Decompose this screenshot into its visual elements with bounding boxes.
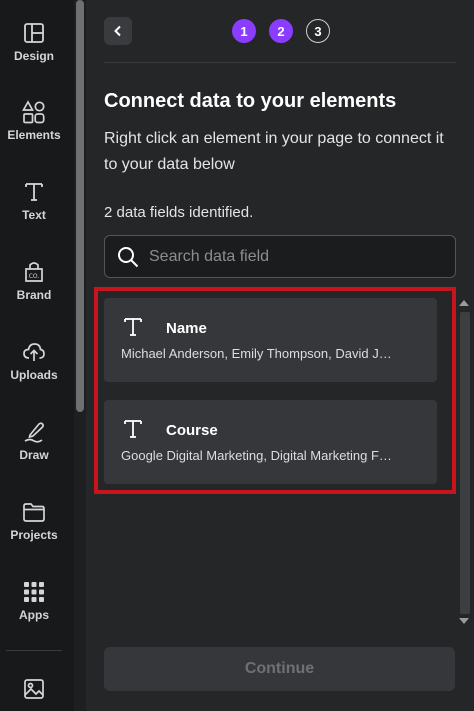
text-icon: [124, 420, 142, 438]
sidebar-item-label: Brand: [16, 288, 52, 302]
sidebar-item-label: Elements: [7, 128, 61, 142]
step-2[interactable]: 2: [269, 19, 293, 43]
sidebar-item-photos[interactable]: [0, 676, 68, 711]
folder-icon: [21, 499, 47, 525]
search-input[interactable]: [149, 247, 439, 266]
rail-scrollbar-thumb[interactable]: [76, 0, 84, 412]
scroll-down-arrow-icon[interactable]: [459, 618, 469, 624]
data-connect-panel: 1 2 3 Connect data to your elements Righ…: [86, 0, 474, 711]
fields-count-text: 2 data fields identified.: [104, 204, 254, 221]
layout-icon: [21, 20, 47, 46]
sidebar-item-text[interactable]: Text: [0, 179, 68, 249]
sidebar-item-apps[interactable]: Apps: [0, 579, 68, 649]
panel-title: Connect data to your elements: [104, 90, 397, 112]
shapes-icon: [21, 99, 47, 125]
draw-icon: [21, 419, 47, 445]
sidebar-item-draw[interactable]: Draw: [0, 419, 68, 489]
rail-scrollbar[interactable]: [74, 0, 86, 711]
sidebar-item-label: Text: [22, 208, 46, 222]
panel-scrollbar-track[interactable]: [460, 312, 470, 614]
chevron-left-icon: [114, 25, 121, 37]
sidebar-item-elements[interactable]: Elements: [0, 99, 68, 169]
search-icon: [118, 246, 139, 267]
sidebar-item-label: Apps: [19, 608, 49, 622]
svg-text:CO.: CO.: [29, 273, 40, 280]
sidebar-item-label: Projects: [10, 528, 58, 542]
sidebar-item-label: Draw: [19, 448, 49, 462]
data-field-card-course[interactable]: Course Google Digital Marketing, Digital…: [104, 400, 437, 484]
text-icon: [21, 179, 47, 205]
sidebar-item-design[interactable]: Design: [0, 20, 68, 90]
step-1[interactable]: 1: [232, 19, 256, 43]
data-field-values: Google Digital Marketing, Digital Market…: [121, 448, 392, 463]
sidebar-item-brand[interactable]: CO. Brand: [0, 259, 68, 329]
panel-description: Right click an element in your page to c…: [104, 130, 444, 173]
sidebar-item-projects[interactable]: Projects: [0, 499, 68, 569]
search-box[interactable]: [104, 235, 456, 278]
upload-cloud-icon: [21, 339, 47, 365]
panel-scrollbar[interactable]: [456, 296, 474, 630]
sidebar-item-uploads[interactable]: Uploads: [0, 339, 68, 409]
image-icon: [21, 676, 47, 702]
stepper: 1 2 3: [232, 19, 330, 43]
sidebar-item-label: Design: [13, 49, 54, 63]
data-field-card-name[interactable]: Name Michael Anderson, Emily Thompson, D…: [104, 298, 437, 382]
back-button[interactable]: [104, 17, 132, 45]
side-rail: Design Elements Text CO. Brand Uploads D…: [0, 0, 68, 711]
continue-button[interactable]: Continue: [104, 647, 455, 691]
data-field-title: Name: [166, 320, 207, 337]
data-field-values: Michael Anderson, Emily Thompson, David …: [121, 346, 392, 361]
step-3[interactable]: 3: [306, 19, 330, 43]
apps-grid-icon: [21, 579, 47, 605]
brand-icon: CO.: [21, 259, 47, 285]
rail-divider: [6, 650, 62, 651]
data-field-title: Course: [166, 422, 218, 439]
text-icon: [124, 318, 142, 336]
scroll-up-arrow-icon[interactable]: [459, 300, 469, 306]
sidebar-item-label: Uploads: [10, 368, 58, 382]
header-divider: [104, 62, 456, 63]
